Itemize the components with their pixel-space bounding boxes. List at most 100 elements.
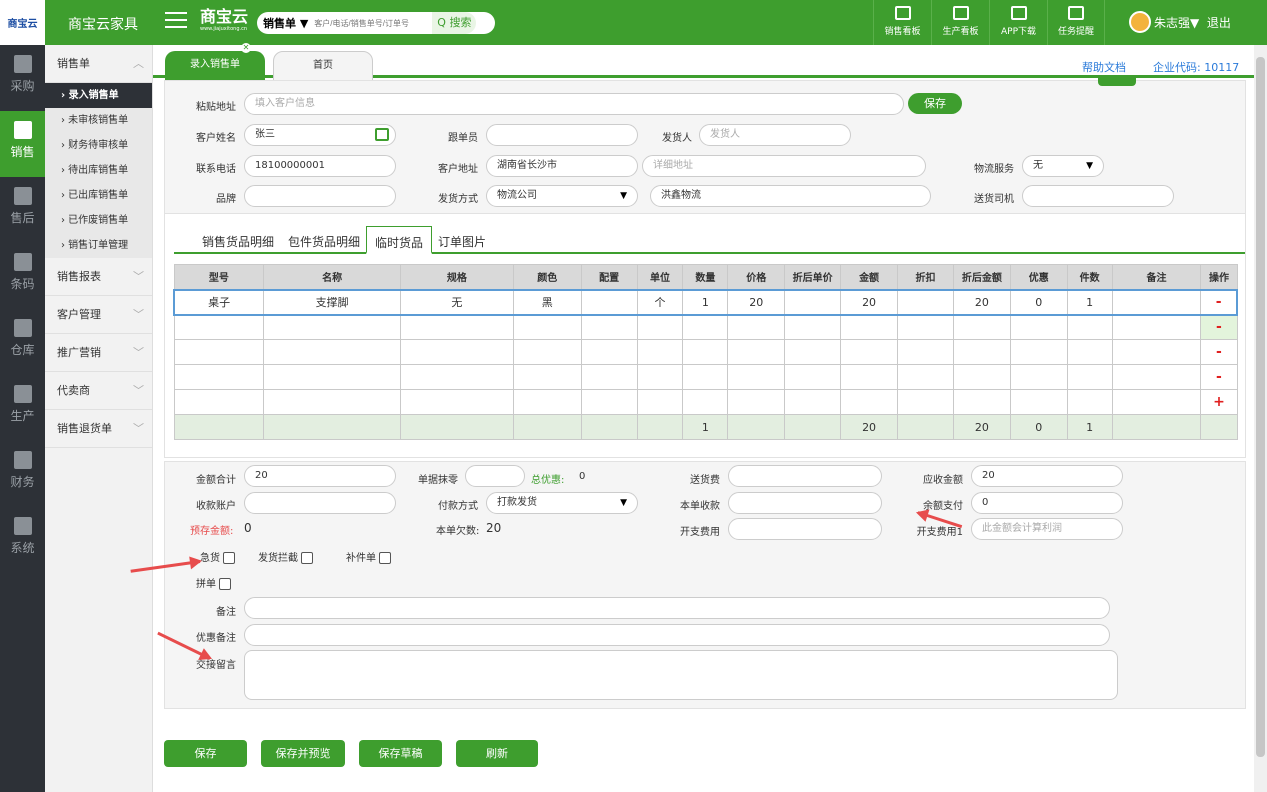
subtab-order-images[interactable]: 订单图片 xyxy=(438,233,486,250)
table-cell[interactable] xyxy=(580,364,638,390)
table-cell[interactable] xyxy=(580,289,638,315)
table-cell[interactable] xyxy=(512,414,582,440)
table-cell[interactable] xyxy=(840,364,899,390)
table-cell[interactable] xyxy=(1066,364,1113,390)
table-cell[interactable] xyxy=(784,364,842,390)
table-cell[interactable] xyxy=(784,314,842,340)
table-cell[interactable] xyxy=(263,339,402,365)
checkbox-icon[interactable] xyxy=(379,552,391,564)
search-input[interactable] xyxy=(314,18,433,28)
table-cell[interactable] xyxy=(580,314,638,340)
table-cell[interactable] xyxy=(173,364,265,390)
subtab-sales-goods[interactable]: 销售货品明细 xyxy=(202,233,274,250)
table-cell[interactable] xyxy=(1111,314,1202,340)
table-cell[interactable] xyxy=(580,339,638,365)
close-icon[interactable]: ✕ xyxy=(241,43,251,53)
table-cell[interactable] xyxy=(173,414,265,440)
table-cell[interactable] xyxy=(784,289,842,315)
expense-input[interactable] xyxy=(728,518,882,540)
table-cell[interactable] xyxy=(636,364,684,390)
subtab-temp-goods[interactable]: 临时货品 xyxy=(366,226,433,254)
table-cell[interactable] xyxy=(1066,314,1113,340)
logout-link[interactable]: 退出 xyxy=(1207,14,1231,31)
submenu-item-finance-audit[interactable]: › 财务待审核单 xyxy=(45,133,152,158)
driver-input[interactable] xyxy=(1022,185,1174,207)
table-cell[interactable] xyxy=(1111,414,1202,440)
intercept-checkbox[interactable]: 发货拦截 xyxy=(258,549,313,564)
submenu-item-order-manage[interactable]: › 销售订单管理 xyxy=(45,233,152,258)
nav-sales[interactable]: 销售 xyxy=(0,111,45,177)
edit-icon[interactable] xyxy=(375,128,389,141)
table-cell[interactable] xyxy=(512,314,582,340)
discount-remark-input[interactable] xyxy=(244,624,1110,646)
table-cell[interactable] xyxy=(400,339,514,365)
ship-company-input[interactable]: 洪鑫物流 xyxy=(650,185,931,207)
table-cell[interactable] xyxy=(952,389,1011,415)
table-cell[interactable] xyxy=(1009,389,1068,415)
table-cell[interactable] xyxy=(1111,364,1202,390)
table-cell[interactable] xyxy=(1009,314,1068,340)
table-cell[interactable] xyxy=(636,414,684,440)
table-cell[interactable] xyxy=(952,339,1011,365)
submenu-header-sales-order[interactable]: 销售单 ︿ xyxy=(45,45,152,83)
table-cell[interactable] xyxy=(1066,389,1113,415)
table-cell[interactable] xyxy=(1009,364,1068,390)
table-cell[interactable] xyxy=(897,364,954,390)
table-cell[interactable] xyxy=(897,414,954,440)
table-cell[interactable] xyxy=(512,339,582,365)
table-cell[interactable] xyxy=(400,389,514,415)
table-cell[interactable] xyxy=(840,389,899,415)
submenu-item-unaudited[interactable]: › 未审核销售单 xyxy=(45,108,152,133)
table-cell[interactable]: 个 xyxy=(636,289,684,315)
table-cell[interactable] xyxy=(512,364,582,390)
table-cell[interactable]: 黑 xyxy=(512,289,582,315)
table-cell[interactable] xyxy=(173,314,265,340)
amount-input[interactable]: 20 xyxy=(244,465,396,487)
submenu-group-agent[interactable]: 代卖商 ﹀ xyxy=(45,372,152,410)
table-cell[interactable]: 1 xyxy=(682,414,729,440)
row-action-cell[interactable]: - xyxy=(1200,289,1238,315)
checkbox-icon[interactable] xyxy=(223,552,235,564)
table-cell[interactable]: 支撑脚 xyxy=(263,289,402,315)
table-cell[interactable] xyxy=(636,339,684,365)
urgent-checkbox[interactable]: 急货 xyxy=(200,549,235,564)
tab-home[interactable]: 首页 xyxy=(273,51,373,81)
table-cell[interactable] xyxy=(173,339,265,365)
nav-aftersales[interactable]: 售后 xyxy=(0,177,45,243)
app-download-button[interactable]: APP下载 xyxy=(989,0,1047,45)
table-cell[interactable] xyxy=(952,364,1011,390)
table-cell[interactable] xyxy=(263,314,402,340)
shipper-input[interactable]: 发货人 xyxy=(699,124,851,146)
combine-checkbox[interactable]: 拼单 xyxy=(196,575,231,590)
table-cell[interactable] xyxy=(400,314,514,340)
handover-textarea[interactable] xyxy=(244,650,1118,700)
save-preview-button[interactable]: 保存并预览 xyxy=(261,740,345,767)
table-cell[interactable] xyxy=(1111,389,1202,415)
submenu-group-customer[interactable]: 客户管理 ﹀ xyxy=(45,296,152,334)
submenu-item-pending-out[interactable]: › 待出库销售单 xyxy=(45,158,152,183)
table-cell[interactable] xyxy=(840,339,899,365)
checkbox-icon[interactable] xyxy=(219,578,231,590)
table-cell[interactable] xyxy=(263,414,402,440)
table-cell[interactable] xyxy=(682,314,729,340)
table-cell[interactable] xyxy=(840,314,899,340)
round-input[interactable] xyxy=(465,465,525,487)
table-cell[interactable] xyxy=(727,364,786,390)
paste-address-input[interactable]: 填入客户信息 xyxy=(244,93,904,115)
table-cell[interactable] xyxy=(512,389,582,415)
table-cell[interactable] xyxy=(263,389,402,415)
balance-input[interactable]: 0 xyxy=(971,492,1123,514)
table-cell[interactable] xyxy=(952,314,1011,340)
receivable-input[interactable]: 20 xyxy=(971,465,1123,487)
address-detail-input[interactable]: 详细地址 xyxy=(642,155,926,177)
table-cell[interactable] xyxy=(636,314,684,340)
nav-barcode[interactable]: 条码 xyxy=(0,243,45,309)
row-action-cell[interactable]: + xyxy=(1200,389,1238,415)
table-cell[interactable] xyxy=(727,339,786,365)
table-cell[interactable]: 1 xyxy=(682,289,729,315)
table-cell[interactable]: 20 xyxy=(840,289,899,315)
user-menu[interactable]: 朱志强▼ 退出 xyxy=(1129,11,1231,33)
scrollbar-thumb[interactable] xyxy=(1256,57,1265,757)
table-cell[interactable] xyxy=(682,339,729,365)
table-cell[interactable] xyxy=(1111,339,1202,365)
